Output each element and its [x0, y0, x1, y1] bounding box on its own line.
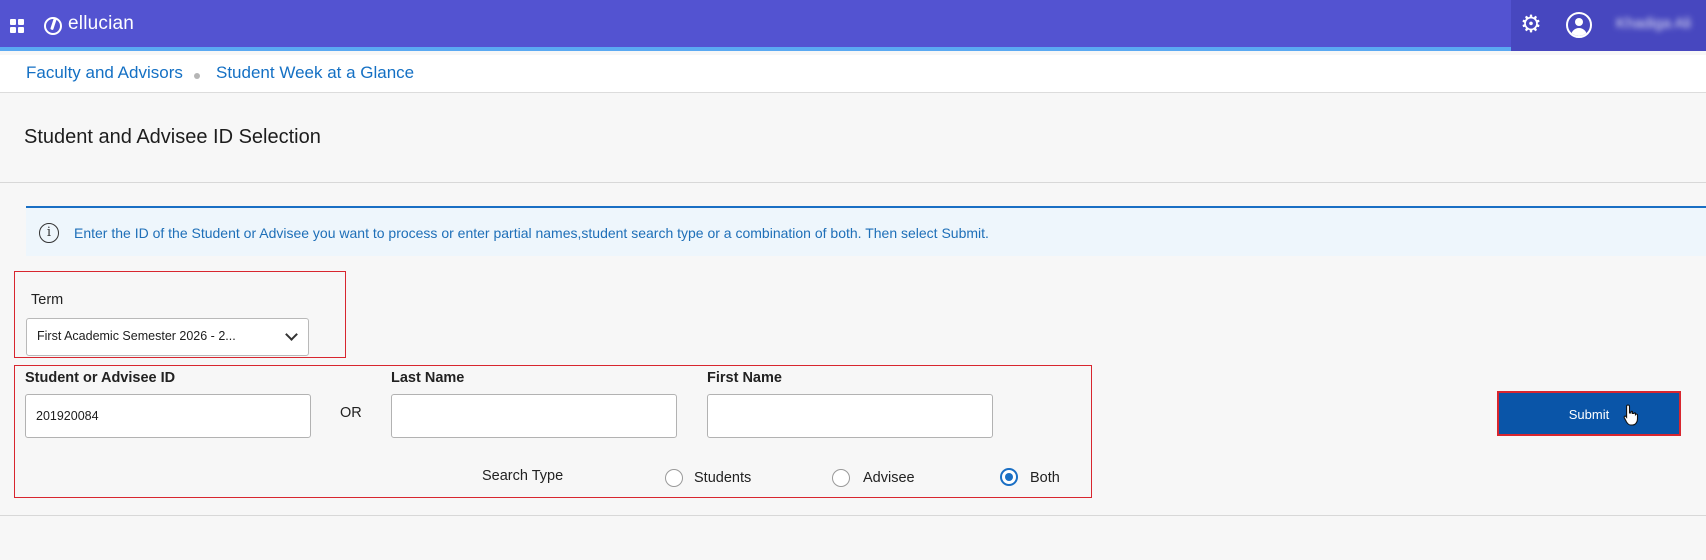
- first-name-input[interactable]: [707, 394, 993, 438]
- student-id-label: Student or Advisee ID: [25, 370, 176, 386]
- chevron-down-icon: [285, 328, 298, 341]
- radio-advisee-label[interactable]: Advisee: [863, 470, 915, 486]
- term-select-value: First Academic Semester 2026 - 2...: [37, 329, 236, 343]
- info-banner: i Enter the ID of the Student or Advisee…: [26, 206, 1706, 256]
- breadcrumb: Faculty and Advisors Student Week at a G…: [0, 55, 1706, 93]
- last-name-label: Last Name: [391, 370, 465, 386]
- radio-both-label[interactable]: Both: [1030, 470, 1060, 486]
- breadcrumb-faculty-and-advisors[interactable]: Faculty and Advisors: [26, 63, 183, 83]
- grid-menu-icon[interactable]: [10, 19, 24, 33]
- hand-cursor-icon: [1623, 404, 1639, 426]
- or-label: OR: [340, 405, 362, 421]
- student-id-input[interactable]: [25, 394, 311, 438]
- radio-students[interactable]: [665, 469, 683, 487]
- gear-icon[interactable]: ⚙: [1518, 12, 1544, 38]
- submit-button[interactable]: Submit: [1499, 393, 1679, 434]
- ellucian-logo-icon: [44, 17, 62, 35]
- info-icon: i: [39, 223, 59, 243]
- breadcrumb-separator: [194, 73, 200, 79]
- last-name-input[interactable]: [391, 394, 677, 438]
- divider: [0, 515, 1706, 516]
- search-type-label: Search Type: [482, 468, 564, 484]
- divider: [0, 182, 1706, 183]
- page-title: Student and Advisee ID Selection: [24, 126, 321, 148]
- term-select[interactable]: First Academic Semester 2026 - 2...: [26, 318, 309, 356]
- first-name-label: First Name: [707, 370, 782, 386]
- top-header: ellucian: [0, 0, 1706, 51]
- radio-both[interactable]: [1000, 468, 1018, 486]
- radio-advisee[interactable]: [832, 469, 850, 487]
- radio-students-label[interactable]: Students: [694, 470, 751, 486]
- user-name[interactable]: Khadiga Ali: [1616, 15, 1706, 35]
- info-text: Enter the ID of the Student or Advisee y…: [74, 225, 989, 241]
- term-label: Term: [31, 292, 64, 308]
- breadcrumb-student-week-at-a-glance[interactable]: Student Week at a Glance: [216, 63, 414, 83]
- submit-highlight-box: Submit: [1497, 391, 1681, 436]
- logo-text: ellucian: [68, 13, 135, 34]
- user-icon[interactable]: [1566, 12, 1592, 38]
